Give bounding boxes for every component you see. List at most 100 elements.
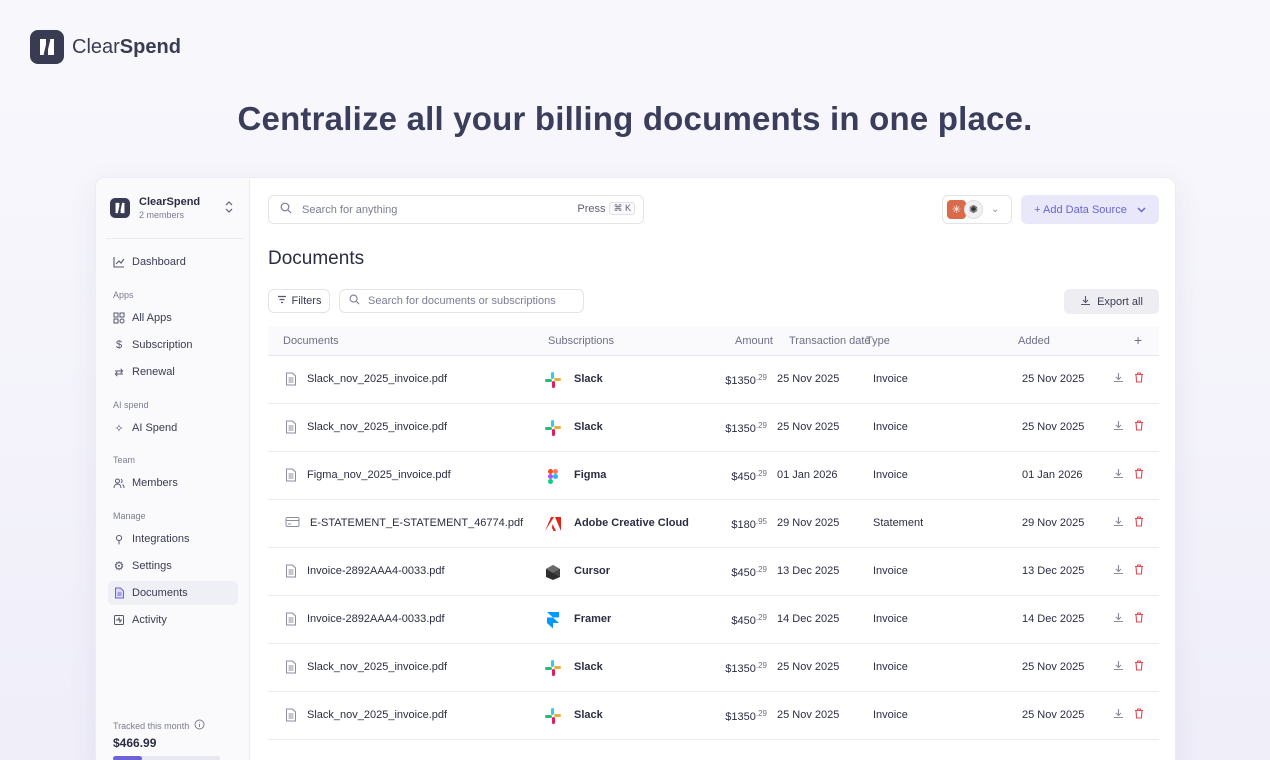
- info-icon[interactable]: [194, 719, 205, 732]
- amount-main: $450: [731, 471, 756, 483]
- document-name[interactable]: Invoice-2892AAA4-0033.pdf: [307, 565, 445, 577]
- filters-button[interactable]: Filters: [268, 289, 330, 313]
- nav-ai-spend[interactable]: ✧ AI Spend: [108, 416, 238, 440]
- nav-members[interactable]: Members: [108, 471, 238, 495]
- documents-search-input[interactable]: Search for documents or subscriptions: [339, 289, 584, 313]
- amount-main: $1350: [725, 375, 756, 387]
- workspace-switcher[interactable]: ClearSpend 2 members: [110, 196, 234, 220]
- document-name[interactable]: Slack_nov_2025_invoice.pdf: [307, 373, 447, 385]
- trash-icon[interactable]: [1134, 420, 1144, 434]
- trash-icon[interactable]: [1134, 708, 1144, 722]
- table-row[interactable]: Slack_nov_2025_invoice.pdf Slack $1350.29 2…: [268, 644, 1159, 692]
- trash-icon[interactable]: [1134, 660, 1144, 674]
- table-row[interactable]: E-STATEMENT_E-STATEMENT_46774.pdf Adobe C…: [268, 500, 1159, 548]
- global-search-input[interactable]: Search for anything Press ⌘ K: [268, 195, 644, 224]
- amount-cents: .29: [755, 373, 767, 382]
- document-name[interactable]: Invoice-2892AAA4-0033.pdf: [307, 613, 445, 625]
- download-icon[interactable]: [1113, 516, 1124, 530]
- data-source-avatars[interactable]: ✳ ✺ ⌄: [942, 195, 1012, 224]
- dollar-icon: $: [115, 339, 123, 351]
- download-icon[interactable]: [1113, 612, 1124, 626]
- chart-line-icon: [113, 256, 125, 268]
- trash-icon[interactable]: [1134, 468, 1144, 482]
- framer-logo-icon: [544, 611, 562, 629]
- slack-logo-icon: [544, 659, 562, 677]
- table-row[interactable]: Invoice-2892AAA4-0033.pdf Cursor $450.29 13…: [268, 548, 1159, 596]
- add-data-source-button[interactable]: + Add Data Source: [1021, 195, 1159, 224]
- trash-icon[interactable]: [1134, 564, 1144, 578]
- users-icon: [113, 477, 125, 489]
- document-name[interactable]: Figma_nov_2025_invoice.pdf: [307, 469, 451, 481]
- nav-settings[interactable]: ⚙ Settings: [108, 554, 238, 578]
- table-row[interactable]: Invoice-2892AAA4-0033.pdf Framer $450.29 14…: [268, 596, 1159, 644]
- tracked-amount: $466.99: [113, 736, 157, 750]
- tracked-label-text: Tracked this month: [113, 720, 190, 731]
- col-subscriptions[interactable]: Subscriptions: [548, 335, 614, 347]
- documents-search-placeholder: Search for documents or subscriptions: [368, 295, 556, 307]
- nav-dashboard[interactable]: Dashboard: [108, 250, 238, 274]
- filters-label: Filters: [291, 295, 322, 307]
- nav-integrations[interactable]: ⚲ Integrations: [108, 527, 238, 551]
- cursor-logo-icon: [544, 563, 562, 581]
- nav-activity[interactable]: Activity: [108, 608, 238, 632]
- main-content: Search for anything Press ⌘ K ✳ ✺ ⌄ + Add…: [250, 178, 1175, 760]
- subscription-name[interactable]: Slack: [574, 421, 603, 433]
- sidebar: ClearSpend 2 members Dashboard Apps All …: [96, 178, 250, 760]
- col-transaction-date[interactable]: Transaction date: [789, 335, 871, 347]
- nav-renewal[interactable]: ⇄ Renewal: [108, 360, 238, 384]
- subscription-name[interactable]: Framer: [574, 613, 611, 625]
- subscription-name[interactable]: Slack: [574, 661, 603, 673]
- openai-logo-icon: ✺: [964, 200, 983, 219]
- trash-icon[interactable]: [1134, 372, 1144, 386]
- document-type: Invoice: [873, 469, 908, 481]
- amount-cents: .29: [755, 661, 767, 670]
- chevron-down-icon: [1137, 204, 1146, 216]
- col-amount[interactable]: Amount: [735, 335, 773, 347]
- document-name[interactable]: Slack_nov_2025_invoice.pdf: [307, 421, 447, 433]
- file-icon: [285, 468, 297, 485]
- download-icon[interactable]: [1113, 564, 1124, 578]
- subscription-name[interactable]: Figma: [574, 469, 606, 481]
- document-name[interactable]: E-STATEMENT_E-STATEMENT_46774.pdf: [310, 517, 523, 529]
- added-date: 25 Nov 2025: [1022, 661, 1085, 673]
- trash-icon[interactable]: [1134, 516, 1144, 530]
- amount-main: $1350: [725, 663, 756, 675]
- app-window: ClearSpend 2 members Dashboard Apps All …: [95, 177, 1176, 760]
- col-added[interactable]: Added: [1018, 335, 1050, 347]
- table-row[interactable]: Slack_nov_2025_invoice.pdf Slack $1350.29 2…: [268, 404, 1159, 452]
- file-icon: [285, 420, 297, 437]
- download-icon[interactable]: [1113, 420, 1124, 434]
- filter-icon: [277, 295, 287, 307]
- subscription-name[interactable]: Slack: [574, 709, 603, 721]
- file-icon: [285, 372, 297, 389]
- nav-all-apps[interactable]: All Apps: [108, 306, 238, 330]
- nav-documents[interactable]: Documents: [108, 581, 238, 605]
- nav-subscription[interactable]: $ Subscription: [108, 333, 238, 357]
- document-type: Invoice: [873, 709, 908, 721]
- tracked-progress-bar: [113, 756, 220, 760]
- brand-name: ClearSpend: [72, 35, 181, 58]
- col-type[interactable]: Type: [866, 335, 890, 347]
- add-column-button[interactable]: +: [1134, 332, 1142, 348]
- shortcut-key: ⌘ K: [609, 202, 635, 215]
- document-name[interactable]: Slack_nov_2025_invoice.pdf: [307, 709, 447, 721]
- subscription-name[interactable]: Cursor: [574, 565, 610, 577]
- download-icon[interactable]: [1113, 660, 1124, 674]
- download-icon[interactable]: [1113, 372, 1124, 386]
- table-row[interactable]: Slack_nov_2025_invoice.pdf Slack $1350.29 2…: [268, 356, 1159, 404]
- export-all-button[interactable]: Export all: [1064, 289, 1159, 314]
- transaction-date: 25 Nov 2025: [777, 373, 840, 385]
- download-icon[interactable]: [1113, 468, 1124, 482]
- gear-icon: ⚙: [113, 559, 125, 573]
- table-row[interactable]: Slack_nov_2025_invoice.pdf Slack $1350.29 2…: [268, 692, 1159, 740]
- amount: $1350.29: [725, 709, 767, 723]
- subscription-name[interactable]: Slack: [574, 373, 603, 385]
- document-name[interactable]: Slack_nov_2025_invoice.pdf: [307, 661, 447, 673]
- document-type: Invoice: [873, 613, 908, 625]
- table-row[interactable]: Figma_nov_2025_invoice.pdf Figma $450.29 01…: [268, 452, 1159, 500]
- col-documents[interactable]: Documents: [283, 335, 339, 347]
- subscription-name[interactable]: Adobe Creative Cloud: [574, 517, 689, 529]
- amount-cents: .29: [755, 421, 767, 430]
- download-icon[interactable]: [1113, 708, 1124, 722]
- trash-icon[interactable]: [1134, 612, 1144, 626]
